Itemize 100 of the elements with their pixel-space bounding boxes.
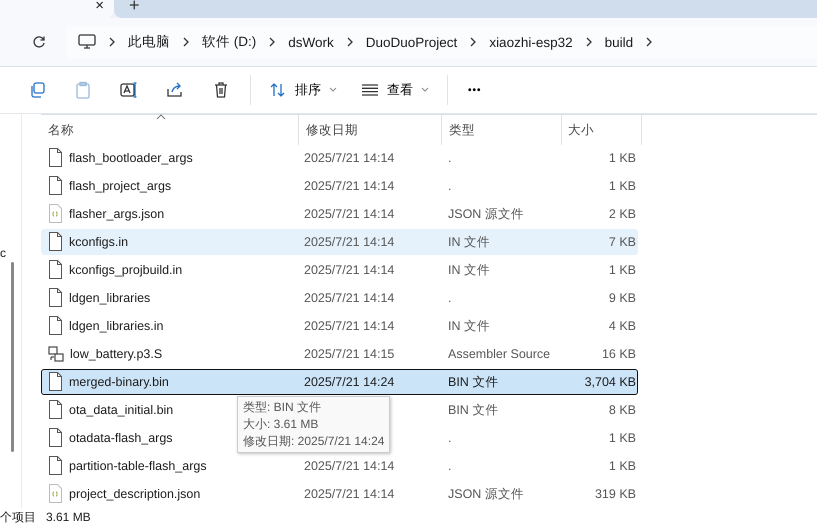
browser-tab[interactable]: × <box>0 0 114 18</box>
file-name[interactable]: ota_data_initial.bin <box>69 403 174 417</box>
file-type: . <box>448 431 452 445</box>
caret-icon <box>421 87 429 93</box>
file-icon <box>48 232 63 252</box>
scrollbar-thumb[interactable] <box>11 262 14 452</box>
file-name[interactable]: flash_project_args <box>69 179 172 193</box>
file-type: IN 文件 <box>448 318 490 334</box>
file-name[interactable]: merged-binary.bin <box>69 375 169 389</box>
file-icon <box>48 456 63 476</box>
file-name[interactable]: ldgen_libraries.in <box>69 319 164 333</box>
chevron-right-icon <box>645 36 654 48</box>
nav-item-text[interactable]: c <box>0 246 6 260</box>
file-type: IN 文件 <box>448 262 490 278</box>
file-name[interactable]: kconfigs.in <box>69 235 128 249</box>
file-size: 1 KB <box>608 151 636 165</box>
file-size: 4 KB <box>608 319 636 333</box>
file-size: 9 KB <box>608 291 636 305</box>
modified-date: 2025/7/21 14:14 <box>304 319 394 333</box>
file-size: 16 KB <box>602 347 636 361</box>
file-type: . <box>448 151 452 165</box>
caret-icon <box>329 87 337 93</box>
file-type: . <box>448 291 452 305</box>
new-tab-button[interactable]: + <box>129 0 140 10</box>
file-type: BIN 文件 <box>448 402 498 418</box>
file-type: JSON 源文件 <box>448 486 524 502</box>
modified-date: 2025/7/21 14:15 <box>304 347 394 361</box>
modified-date: 2025/7/21 14:14 <box>304 151 394 165</box>
file-name[interactable]: partition-table-flash_args <box>69 459 207 473</box>
chevron-right-icon <box>469 36 478 48</box>
file-icon <box>48 288 63 308</box>
modified-date: 2025/7/21 14:14 <box>304 179 394 193</box>
selection-size: 3.61 MB <box>46 510 91 524</box>
file-size: 7 KB <box>608 235 636 249</box>
breadcrumb-item[interactable]: 此电脑 <box>128 33 170 51</box>
file-icon <box>48 400 63 420</box>
breadcrumb-item[interactable]: 软件 (D:) <box>202 33 256 51</box>
file-type: Assembler Source <box>448 347 550 361</box>
column-header[interactable]: 修改日期 <box>299 115 442 145</box>
sort-arrows-icon <box>269 81 287 99</box>
breadcrumb-item[interactable]: DuoDuoProject <box>366 34 458 50</box>
chevron-right-icon <box>108 36 116 48</box>
file-size: 2 KB <box>608 207 636 221</box>
chevron-right-icon <box>584 36 593 48</box>
file-size: 1 KB <box>608 263 636 277</box>
view-button[interactable]: 查看 <box>355 75 435 105</box>
file-icon <box>48 176 63 196</box>
modified-date: 2025/7/21 14:14 <box>304 263 394 277</box>
refresh-icon <box>32 35 46 49</box>
modified-date: 2025/7/21 14:14 <box>304 487 394 501</box>
hovered-file-row[interactable]: kconfigs.in 2025/7/21 14:14 IN 文件 7 KB <box>41 229 638 255</box>
rename-icon <box>120 81 138 99</box>
file-type: JSON 源文件 <box>448 206 524 222</box>
modified-date: 2025/7/21 14:14 <box>304 291 394 305</box>
file-name[interactable]: low_battery.p3.S <box>70 347 162 361</box>
assembly-file-icon <box>48 346 64 362</box>
file-size: 1 KB <box>608 459 636 473</box>
breadcrumb-item[interactable]: build <box>604 34 634 50</box>
modified-date: 2025/7/21 14:14 <box>304 235 394 249</box>
breadcrumb-item[interactable]: xiaozhi-esp32 <box>489 34 573 50</box>
modified-date: 2025/7/21 14:14 <box>304 459 394 473</box>
file-icon <box>48 148 63 168</box>
trash-icon <box>212 81 230 99</box>
file-name[interactable]: ldgen_libraries <box>69 291 150 305</box>
file-icon <box>48 260 63 280</box>
column-header[interactable]: 大小 <box>562 115 642 145</box>
file-name[interactable]: kconfigs_projbuild.in <box>69 263 182 277</box>
tooltip-line: 大小: 3.61 MB <box>243 416 320 433</box>
computer-icon <box>78 34 96 50</box>
file-type: BIN 文件 <box>448 374 498 390</box>
column-header[interactable]: 类型 <box>442 115 562 145</box>
file-name[interactable]: flasher_args.json <box>69 207 164 221</box>
file-size: 1 KB <box>608 431 636 445</box>
sort-up-icon <box>156 114 166 120</box>
tooltip-line: 修改日期: 2025/7/21 14:24 <box>243 433 384 450</box>
modified-date: 2025/7/21 14:24 <box>304 375 394 389</box>
tooltip-line: 类型: BIN 文件 <box>243 399 322 416</box>
file-name[interactable]: project_description.json <box>69 487 200 501</box>
share-icon <box>166 81 184 99</box>
column-header[interactable]: 名称 <box>41 115 299 145</box>
file-size: 319 KB <box>594 487 636 501</box>
chevron-right-icon <box>346 36 354 48</box>
file-size: 1 KB <box>608 179 636 193</box>
close-tab-button[interactable]: × <box>95 0 104 12</box>
address-bar[interactable]: 此电脑 软件 (D:) dsWork DuoDuoProject xiaozhi-esp32 build <box>66 26 817 58</box>
chevron-right-icon <box>182 36 190 48</box>
more-options-button[interactable]: ••• <box>460 78 490 102</box>
file-name[interactable]: flash_bootloader_args <box>69 151 193 165</box>
file-size: 3,704 KB <box>584 375 636 389</box>
clipboard-icon <box>74 81 92 99</box>
selected-file-row[interactable]: merged-binary.bin 2025/7/21 14:24 BIN 文件 3,704 KB <box>41 369 638 395</box>
sort-button[interactable]: 排序 <box>263 75 343 105</box>
file-type: . <box>448 459 452 473</box>
json-file-icon <box>48 204 63 224</box>
file-name[interactable]: otadata-flash_args <box>69 431 173 445</box>
breadcrumb-item[interactable]: dsWork <box>288 34 334 50</box>
modified-date: 2025/7/21 14:14 <box>304 207 394 221</box>
item-count: 个项目 <box>0 508 36 526</box>
file-icon <box>48 316 63 336</box>
json-file-icon <box>48 484 63 504</box>
